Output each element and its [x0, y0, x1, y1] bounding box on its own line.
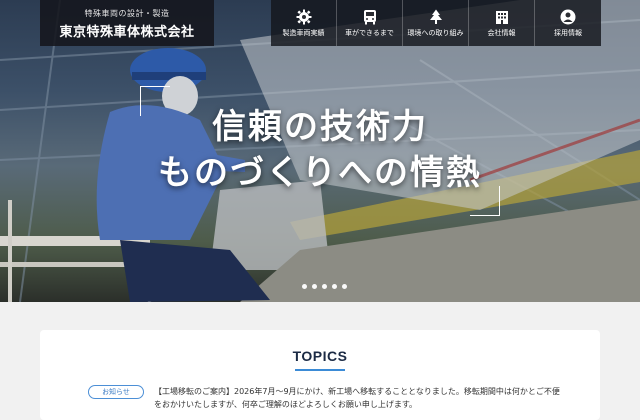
company-name: 東京特殊車体株式会社 [59, 25, 195, 40]
news-category-badge: お知らせ [88, 385, 144, 399]
slide-dot[interactable] [312, 284, 317, 289]
topics-section: TOPICS お知らせ 【工場移転のご案内】2026年7月～9月にかけ、新工場へ… [40, 330, 600, 420]
slide-dot[interactable] [342, 284, 347, 289]
person-icon [560, 9, 576, 24]
tree-icon [429, 9, 442, 24]
nav-label-recruit: 採用情報 [554, 28, 582, 37]
slider-pagination [302, 284, 347, 289]
nav-item-vehicles[interactable]: 製造車両実績 [271, 0, 337, 46]
slide-dot[interactable] [302, 284, 307, 289]
hero-banner: 特殊車両の設計・製造 東京特殊車体株式会社 製造車両実績 車ができるまで 環境へ… [0, 0, 640, 302]
hero-headline: 信頼の技術力 ものづくりへの情熱 [140, 104, 500, 196]
nav-item-company[interactable]: 会社情報 [469, 0, 535, 46]
nav-item-recruit[interactable]: 採用情報 [535, 0, 601, 46]
nav-label-process: 車ができるまで [345, 28, 394, 37]
nav-label-vehicles: 製造車両実績 [282, 28, 325, 37]
hero-headline-line1: 信頼の技術力 [212, 107, 428, 147]
nav-item-process[interactable]: 車ができるまで [337, 0, 403, 46]
slide-dot[interactable] [332, 284, 337, 289]
topics-title-underline [295, 369, 345, 371]
hero-headline-line2: ものづくりへの情熱 [158, 153, 482, 193]
news-item-text[interactable]: 【工場移転のご案内】2026年7月～9月にかけ、新工場へ移転することとなりました… [154, 385, 564, 411]
building-icon [495, 10, 508, 24]
company-tagline: 特殊車両の設計・製造 [84, 9, 170, 18]
nav-label-company: 会社情報 [487, 28, 516, 37]
bus-icon [363, 9, 376, 24]
gear-icon [296, 9, 311, 24]
main-nav: 製造車両実績 車ができるまで 環境への取り組み 会社情報 採用情報 [271, 0, 601, 46]
slide-dot[interactable] [322, 284, 327, 289]
company-logo[interactable]: 特殊車両の設計・製造 東京特殊車体株式会社 [40, 0, 214, 46]
nav-item-environment[interactable]: 環境への取り組み [403, 0, 469, 46]
topics-title: TOPICS [292, 348, 348, 364]
nav-label-environment: 環境への取り組み [407, 28, 464, 37]
